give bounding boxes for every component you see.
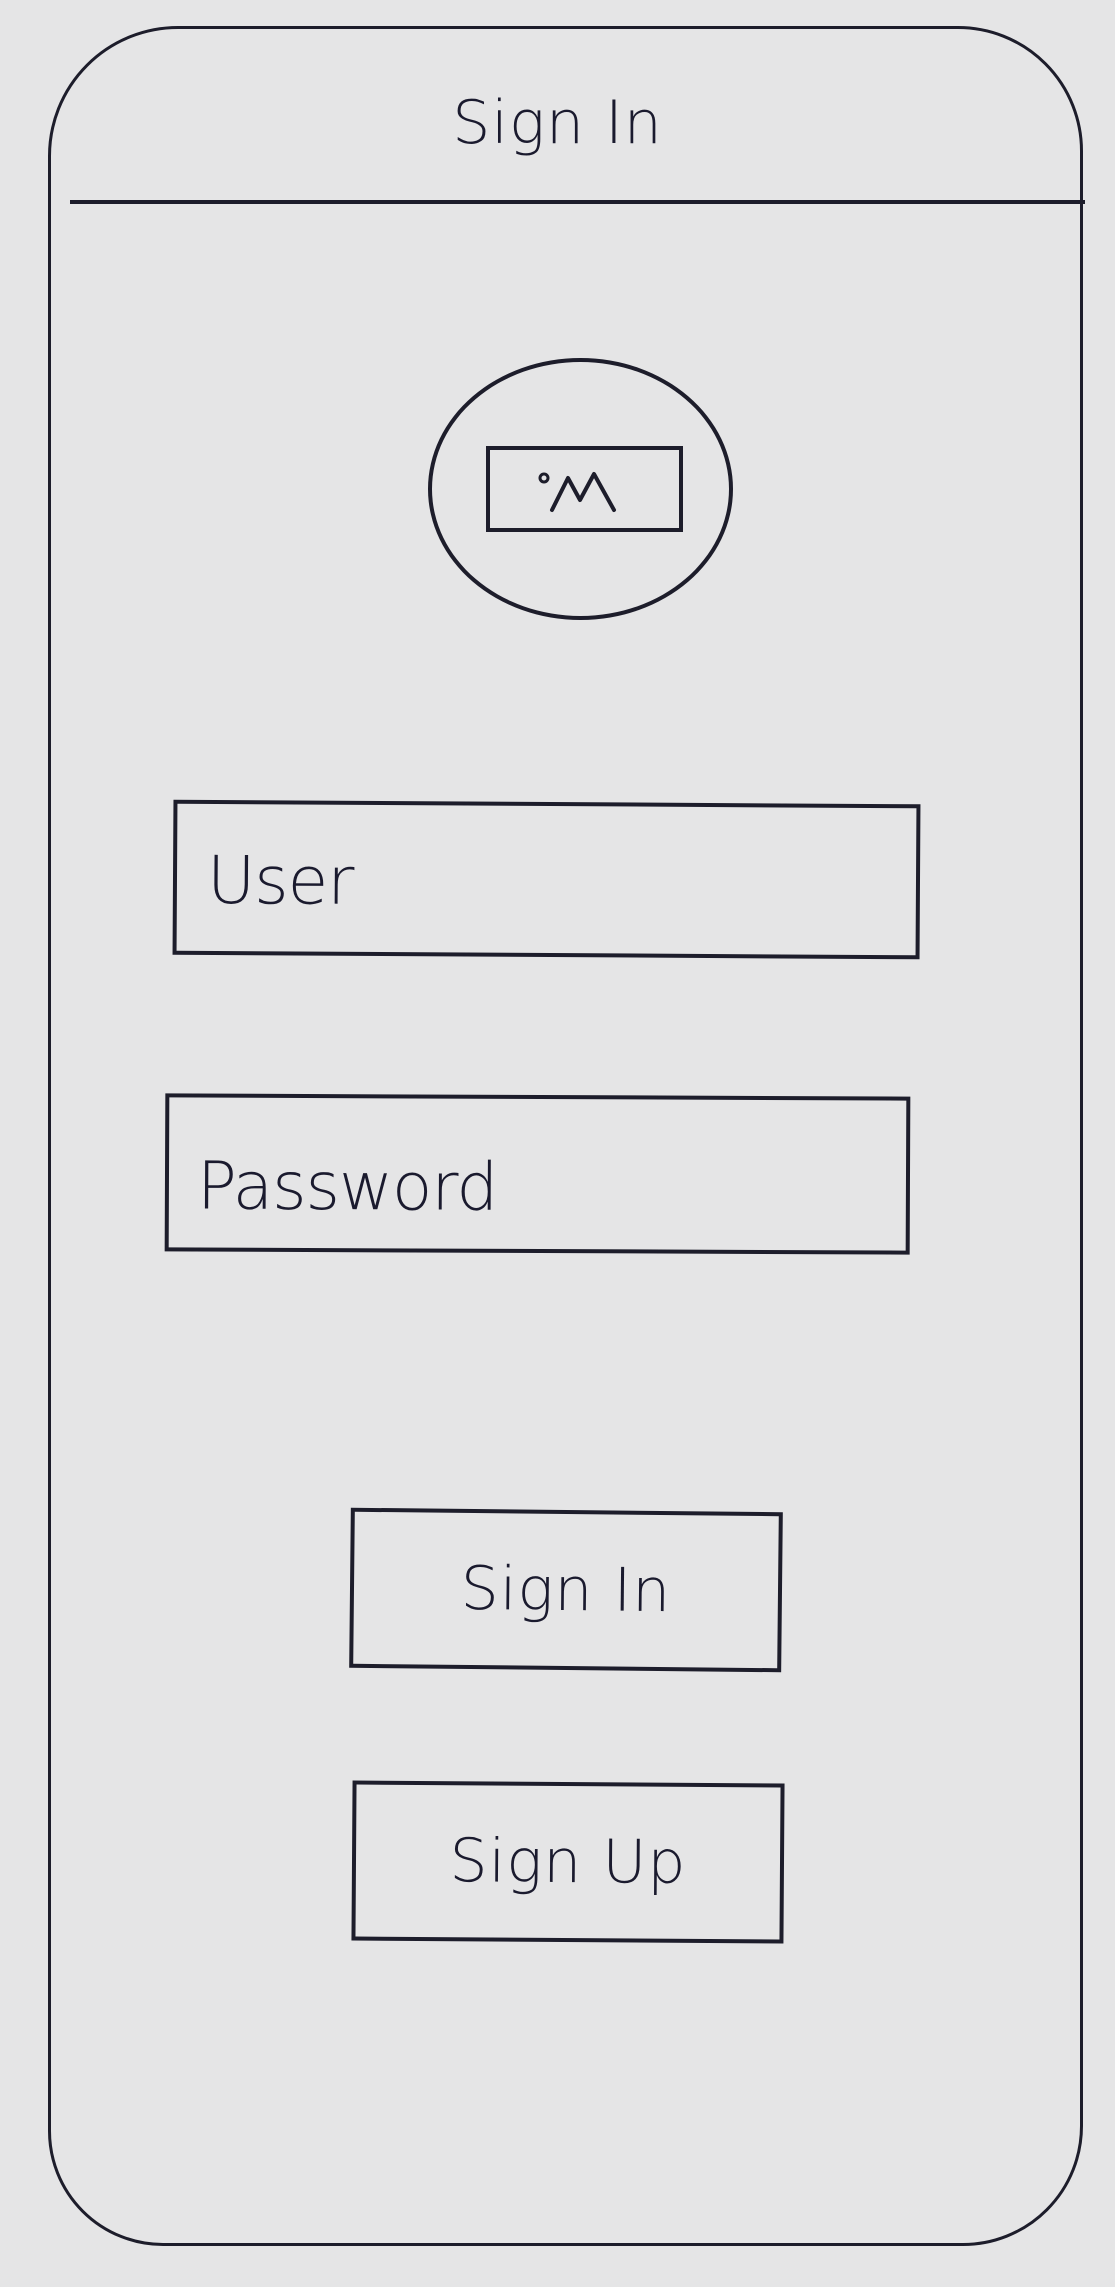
user-input-placeholder: User — [206, 841, 354, 920]
sign-in-button[interactable]: Sign In — [349, 1507, 783, 1673]
user-input[interactable]: User — [172, 799, 921, 960]
image-placeholder-icon — [486, 446, 683, 532]
sign-up-button[interactable]: Sign Up — [351, 1780, 785, 1944]
password-input-placeholder: Password — [196, 1147, 498, 1226]
header-divider — [70, 200, 1085, 204]
page-title: Sign In — [452, 88, 663, 158]
password-input[interactable]: Password — [164, 1093, 911, 1255]
